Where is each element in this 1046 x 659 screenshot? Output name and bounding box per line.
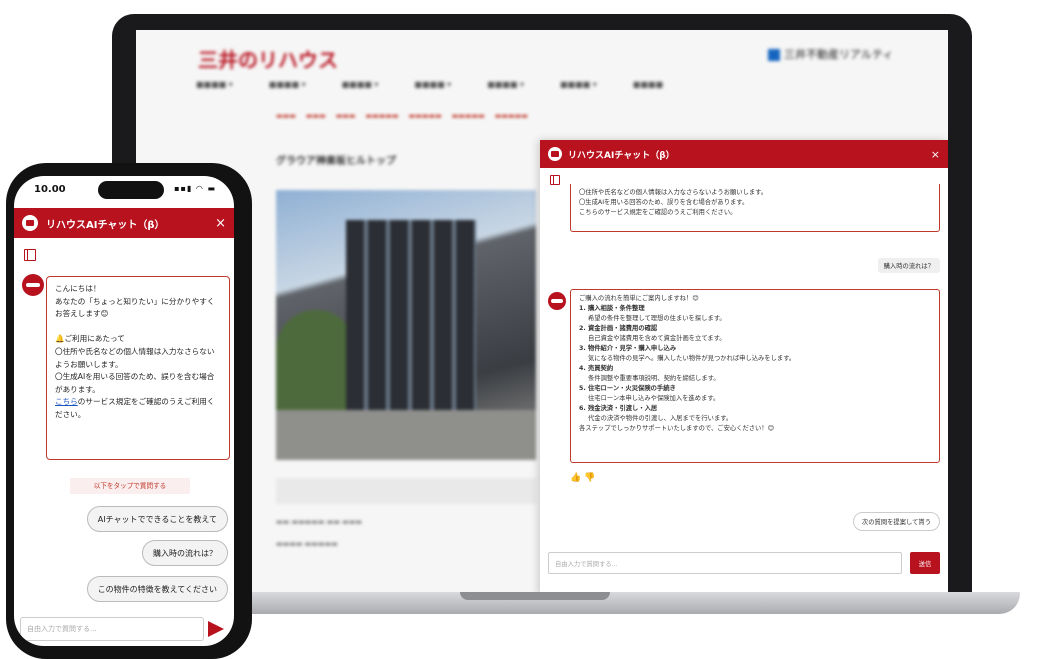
stage: 三井のリハウス 三井不動産リアルティ ■■■■ ▾ ■■■■ ▾ ■■■■ ▾ … — [0, 0, 1046, 659]
chat-input-row: 自由入力で質問する... 送信 — [548, 552, 940, 574]
info-row: ▬▬ ▬▬▬▬▬ ▬▬ ▬▬▬ — [276, 518, 363, 526]
nav-item[interactable]: ■■■■ ▾ — [196, 80, 233, 89]
laptop-notch — [460, 592, 610, 600]
chat-bubble-icon — [22, 215, 38, 231]
quick-reply-button[interactable]: AIチャットでできることを教えて — [86, 506, 228, 532]
bot-avatar — [548, 292, 566, 310]
info-tab-bar — [276, 478, 536, 504]
nav-item[interactable]: ■■■■ ▾ — [487, 80, 524, 89]
suggest-next-question-button[interactable]: 次の質問を提案して貰う — [852, 512, 940, 531]
tap-hint-label: 以下をタップで質問する — [70, 478, 190, 494]
chat-title: リハウスAIチャット（β） — [46, 219, 165, 231]
nav-item[interactable]: ■■■■ — [633, 80, 663, 89]
close-icon[interactable]: × — [931, 148, 940, 161]
laptop-screen: 三井のリハウス 三井不動産リアルティ ■■■■ ▾ ■■■■ ▾ ■■■■ ▾ … — [136, 30, 948, 595]
chat-header: リハウスAIチャット（β） × — [14, 208, 234, 238]
nav-item[interactable]: ■■■■ ▾ — [342, 80, 379, 89]
chat-messages: 〇住所や氏名などの個人情報は入力なさらないようお願いします。 〇生成AIを用いる… — [540, 184, 948, 534]
chat-panel: リハウスAIチャット（β） × 〇住所や氏名などの個人情報は入力なさらないようお… — [540, 140, 948, 595]
company-mark-icon — [768, 49, 780, 61]
chat-toolbar — [24, 246, 36, 265]
site-logo[interactable]: 三井のリハウス — [198, 44, 338, 73]
send-arrow-icon[interactable] — [204, 617, 228, 641]
chat-header: リハウスAIチャット（β） × — [540, 140, 948, 168]
property-title: グラウア神楽坂ヒルトップ — [276, 156, 396, 167]
info-row: ▬▬▬▬ ▬▬▬▬▬ — [276, 540, 338, 548]
service-terms-link[interactable]: こちら — [55, 397, 78, 406]
close-icon[interactable]: × — [215, 216, 226, 231]
property-photo — [276, 190, 536, 460]
quick-reply-button[interactable]: この物件の特徴を教えてください — [86, 576, 228, 602]
chat-title: リハウスAIチャット（β） — [568, 150, 675, 161]
status-bar: 10.00 ▪▪▮ ◠ ▬ — [14, 176, 234, 204]
chat-toolbar — [540, 168, 948, 185]
global-nav: ■■■■ ▾ ■■■■ ▾ ■■■■ ▾ ■■■■ ▾ ■■■■ ▾ ■■■■ … — [196, 80, 896, 89]
quick-reply-button[interactable]: 購入時の流れは？ — [142, 540, 228, 566]
bot-avatar — [22, 274, 44, 296]
status-time: 10.00 — [34, 184, 66, 195]
chat-bubble-icon — [548, 147, 562, 161]
sidebar-toggle-icon[interactable] — [24, 249, 36, 261]
chat-input-row: 自由入力で質問する... — [20, 616, 228, 642]
signal-wifi-battery-icon: ▪▪▮ ◠ ▬ — [174, 184, 216, 193]
bot-answer-message: ご購入の流れを簡単にご案内しますね！😊 1. 購入相談・条件整理 希望の条件を整… — [570, 289, 940, 463]
company-logo: 三井不動産リアルティ — [768, 46, 893, 62]
nav-item[interactable]: ■■■■ ▾ — [269, 80, 306, 89]
nav-item[interactable]: ■■■■ ▾ — [414, 80, 451, 89]
feedback-thumbs-icon[interactable]: 👍 👎 — [570, 473, 595, 483]
bot-greeting-message: こんにちは！ あなたの「ちょっと知りたい」に分かりやすくお答えします😊 🔔ご利用… — [46, 276, 230, 460]
chat-input[interactable]: 自由入力で質問する... — [20, 617, 204, 641]
chat-input[interactable]: 自由入力で質問する... — [548, 552, 902, 574]
user-message: 購入時の流れは？ — [877, 258, 940, 273]
phone-screen: 10.00 ▪▪▮ ◠ ▬ リハウスAIチャット（β） × こんにちは！ あなた… — [14, 176, 234, 646]
nav-item[interactable]: ■■■■ ▾ — [560, 80, 597, 89]
send-button[interactable]: 送信 — [910, 552, 940, 574]
dynamic-island — [98, 181, 164, 199]
breadcrumb: ▬▬▬ ▬▬▬ ▬▬▬ ▬▬▬▬▬ ▬▬▬▬▬ ▬▬▬▬▬ ▬▬▬▬▬ — [276, 112, 528, 120]
bot-message: 〇住所や氏名などの個人情報は入力なさらないようお願いします。 〇生成AIを用いる… — [570, 184, 940, 232]
